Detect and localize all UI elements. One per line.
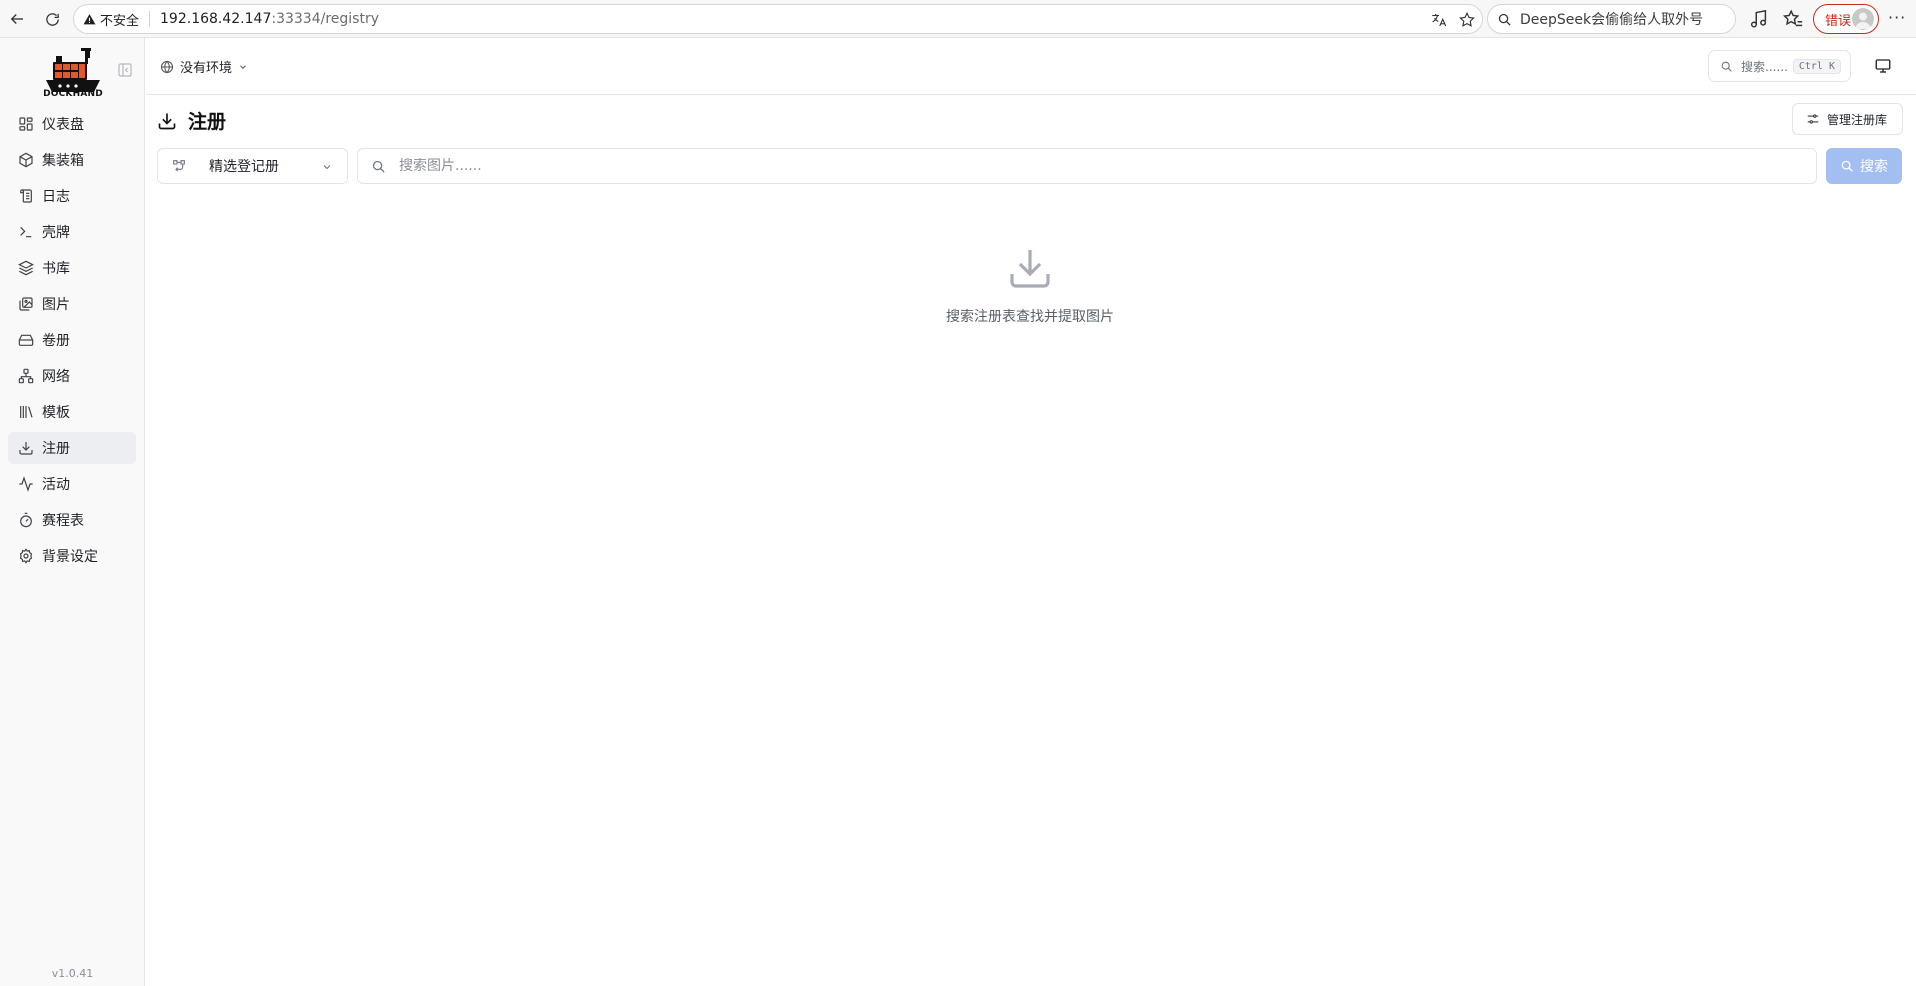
error-label: 错误 — [1825, 13, 1852, 29]
sidebar-item-label: 书库 — [42, 261, 70, 277]
download-icon — [158, 113, 176, 129]
app-header: 没有环境 搜索...... Ctrl K — [146, 38, 1916, 95]
sidebar-item-logs[interactable]: 日志 — [8, 180, 136, 212]
sidebar-item-label: 日志 — [42, 189, 70, 205]
search-button[interactable]: 搜索 — [1826, 148, 1902, 184]
settings-icon — [19, 548, 33, 564]
environment-label: 没有环境 — [180, 61, 233, 76]
dashboard-icon — [19, 117, 33, 131]
sidebar-item-containers[interactable]: 集装箱 — [8, 144, 136, 176]
registry-selector[interactable]: 精选登记册 — [157, 148, 348, 184]
global-search-button[interactable]: 搜索...... Ctrl K — [1708, 50, 1851, 82]
image-search-field[interactable] — [357, 148, 1817, 184]
sidebar-item-label: 注册 — [42, 441, 70, 457]
page-title: 注册 — [188, 111, 227, 133]
sidebar-item-label: 模板 — [42, 405, 70, 421]
sidebar-item-settings[interactable]: 背景设定 — [8, 540, 136, 572]
empty-state: 搜索注册表查找并提取图片 — [900, 244, 1160, 326]
registry-icon — [173, 160, 185, 172]
browser-toolbar: 不安全 192.168.42.147:33334/registry DeepSe… — [0, 0, 1916, 38]
sidebar-item-label: 活动 — [42, 477, 70, 493]
image-search-input[interactable] — [399, 158, 1779, 174]
sidebar-item-label: 赛程表 — [42, 513, 84, 529]
sidebar-item-activity[interactable]: 活动 — [8, 468, 136, 500]
security-indicator[interactable]: 不安全 — [83, 10, 139, 29]
security-label: 不安全 — [100, 13, 140, 29]
templates-icon — [20, 406, 33, 418]
sidebar-collapse-icon[interactable] — [117, 62, 133, 78]
timer-icon — [20, 512, 32, 528]
url-host: 192.168.42.147 — [160, 11, 272, 27]
user-avatar-icon — [1855, 12, 1871, 29]
logs-icon — [20, 189, 32, 203]
keyboard-shortcut: Ctrl K — [1792, 58, 1841, 74]
stacks-icon — [18, 260, 34, 276]
global-search-placeholder: 搜索...... — [1741, 59, 1788, 74]
favorites-icon[interactable] — [1782, 8, 1804, 30]
url-text: 192.168.42.147:33334/registry — [160, 11, 379, 27]
sidebar-item-shells[interactable]: 壳牌 — [8, 216, 136, 248]
sidebar-item-dashboard[interactable]: 仪表盘 — [8, 108, 136, 140]
warning-icon — [83, 13, 96, 24]
empty-state-message: 搜索注册表查找并提取图片 — [946, 309, 1114, 325]
download-icon — [1010, 250, 1050, 288]
logo-text: DOCKHAND — [43, 89, 103, 99]
activity-icon — [19, 476, 33, 492]
browser-search-box[interactable]: DeepSeek会偷偷给人取外号 — [1487, 4, 1736, 34]
globe-icon — [160, 60, 174, 73]
sidebar-item-label: 集装箱 — [42, 153, 84, 169]
browser-search-text: DeepSeek会偷偷给人取外号 — [1520, 12, 1704, 28]
sidebar-item-schedules[interactable]: 赛程表 — [8, 504, 136, 536]
sidebar-item-templates[interactable]: 模板 — [8, 396, 136, 428]
sidebar-nav: 仪表盘 集装箱 日志 壳牌 书库 图片 卷册 网络 模板 注册 活动 赛程表 背… — [8, 108, 136, 576]
search-icon — [1498, 13, 1511, 26]
sidebar-item-images[interactable]: 图片 — [8, 288, 136, 320]
search-icon — [372, 160, 385, 173]
avatar — [1852, 8, 1874, 30]
sidebar-item-label: 背景设定 — [42, 549, 98, 565]
address-divider — [149, 11, 151, 27]
reload-button[interactable] — [40, 7, 64, 31]
terminal-icon — [20, 226, 32, 238]
sidebar-item-label: 壳牌 — [42, 225, 70, 241]
arrow-left-icon — [10, 14, 23, 24]
download-icon — [19, 442, 33, 455]
chevron-down-icon — [240, 64, 246, 69]
sidebar-item-networks[interactable]: 网络 — [8, 360, 136, 392]
sidebar-item-label: 网络 — [42, 369, 70, 385]
sidebar-item-stacks[interactable]: 书库 — [8, 252, 136, 284]
sidebar-item-volumes[interactable]: 卷册 — [8, 324, 136, 356]
page-header: 注册 — [157, 107, 226, 134]
search-icon — [1841, 160, 1853, 172]
sidebar-item-registry[interactable]: 注册 — [8, 432, 136, 464]
volume-icon — [18, 334, 34, 346]
sidebar-item-label: 卷册 — [42, 333, 70, 349]
search-icon — [1721, 61, 1732, 72]
manage-registries-label: 管理注册库 — [1827, 112, 1888, 127]
profile-error-button[interactable]: 错误 — [1813, 4, 1879, 34]
search-button-label: 搜索 — [1860, 159, 1888, 175]
sidebar: DOCKHAND 仪表盘 集装箱 日志 壳牌 书库 图片 卷册 网络 模板 注册… — [0, 38, 145, 986]
reload-icon — [45, 12, 59, 26]
music-note-icon[interactable] — [1748, 8, 1770, 30]
container-icon — [19, 152, 33, 168]
sidebar-item-label: 仪表盘 — [42, 117, 84, 133]
back-button[interactable] — [5, 7, 29, 31]
app-version: v1.0.41 — [51, 967, 94, 980]
sliders-icon — [1807, 114, 1819, 124]
sidebar-item-label: 图片 — [42, 297, 70, 313]
translate-icon[interactable] — [1430, 11, 1448, 29]
chevron-down-icon — [323, 165, 331, 170]
favorite-star-icon[interactable] — [1458, 11, 1476, 29]
environment-selector[interactable]: 没有环境 — [160, 57, 248, 76]
manage-registries-button[interactable]: 管理注册库 — [1792, 103, 1903, 135]
address-bar[interactable]: 不安全 192.168.42.147:33334/registry — [73, 4, 1483, 34]
url-path: :33334/registry — [271, 11, 379, 27]
network-icon — [18, 368, 34, 384]
browser-more-button[interactable]: ··· — [1888, 8, 1906, 27]
monitor-icon[interactable] — [1874, 57, 1892, 75]
images-icon — [19, 297, 33, 311]
registry-selected-label: 精选登记册 — [209, 159, 279, 175]
